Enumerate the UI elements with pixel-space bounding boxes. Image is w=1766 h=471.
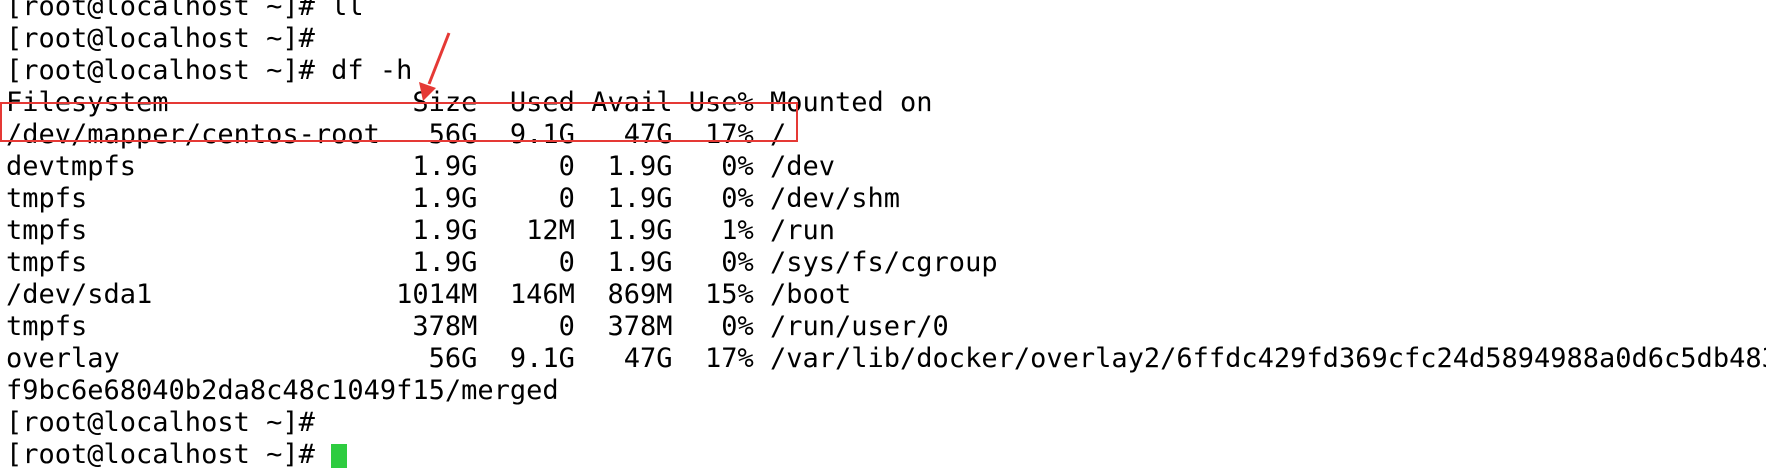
arrow-icon [419, 32, 451, 101]
terminal-active-prompt[interactable]: [root@localhost ~]# [6, 439, 1766, 471]
terminal-cursor [331, 443, 348, 468]
terminal-prompt-text: [root@localhost ~]# [6, 439, 332, 470]
